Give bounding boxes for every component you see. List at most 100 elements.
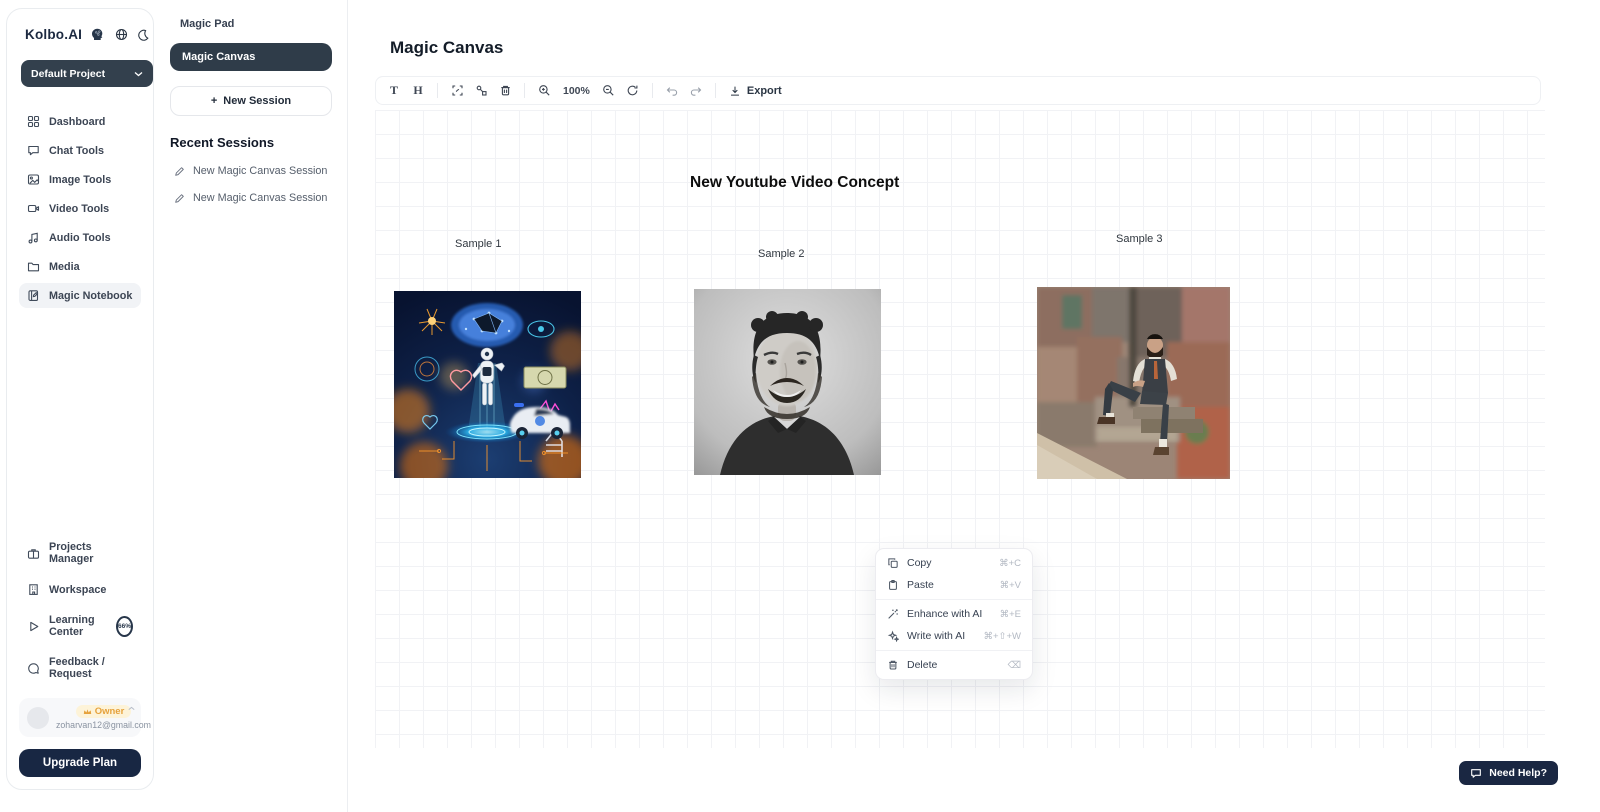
context-menu: Copy ⌘+C Paste ⌘+V Enhance with AI ⌘+E W… [875, 548, 1033, 680]
upgrade-plan-button[interactable]: Upgrade Plan [19, 749, 141, 777]
magic-canvas-item-active[interactable]: Magic Canvas [170, 43, 332, 71]
sidebar-item-label: Projects Manager [49, 541, 133, 565]
magic-pad-item[interactable]: Magic Pad [170, 14, 332, 34]
delete-tool-button[interactable] [493, 80, 517, 102]
zoom-level-value: 100% [563, 85, 590, 97]
chevron-down-icon [134, 71, 143, 77]
sidebar-item-chat-tools[interactable]: Chat Tools [19, 138, 141, 163]
canvas-text-sample-1[interactable]: Sample 1 [455, 238, 501, 250]
toolbar-divider [715, 83, 716, 98]
plus-icon: + [211, 95, 217, 107]
canvas-toolbar: T H 100% Export [375, 76, 1541, 105]
globe-icon[interactable] [115, 28, 128, 41]
play-icon [27, 620, 40, 633]
connector-icon [475, 84, 488, 97]
sidebar-item-label: Image Tools [49, 174, 111, 186]
sidebar-item-magic-notebook[interactable]: Magic Notebook [19, 283, 141, 308]
ai-head-logo-icon [90, 27, 105, 42]
chat-icon [27, 144, 40, 157]
scan-select-icon [451, 84, 464, 97]
sidebar-item-label: Workspace [49, 584, 106, 596]
canvas-image-sample-3[interactable] [1037, 287, 1230, 479]
context-menu-shortcut: ⌘+E [1000, 609, 1021, 620]
learning-progress-badge: 66% [116, 616, 133, 637]
context-menu-shortcut: ⌘+C [999, 558, 1021, 569]
sidebar-item-media[interactable]: Media [19, 254, 141, 279]
zoom-out-button[interactable] [597, 80, 621, 102]
export-label: Export [747, 85, 782, 97]
zoom-in-button[interactable] [532, 80, 556, 102]
trash-icon [499, 84, 512, 97]
sidebar-item-label: Feedback / Request [49, 656, 133, 680]
sidebar-item-label: Learning Center [49, 614, 107, 638]
sidebar-item-image-tools[interactable]: Image Tools [19, 167, 141, 192]
sidebar-nav: Dashboard Chat Tools Image Tools Video T… [19, 109, 141, 308]
owner-role-label: Owner [95, 706, 125, 717]
context-menu-item-copy[interactable]: Copy ⌘+C [876, 552, 1032, 574]
zoom-out-icon [602, 84, 615, 97]
reset-view-button[interactable] [621, 80, 645, 102]
context-menu-label: Enhance with AI [907, 608, 982, 620]
sidebar-item-audio-tools[interactable]: Audio Tools [19, 225, 141, 250]
recent-session-item[interactable]: New Magic Canvas Session [170, 165, 332, 177]
canvas-text-sample-3[interactable]: Sample 3 [1116, 233, 1162, 245]
building-icon [27, 583, 40, 596]
media-icon [27, 260, 40, 273]
heading-tool-button[interactable]: H [406, 80, 430, 102]
trash-icon [887, 659, 899, 671]
ai-select-tool-button[interactable] [445, 80, 469, 102]
context-menu-item-delete[interactable]: Delete ⌫ [876, 654, 1032, 676]
sidebar-item-label: Media [49, 261, 80, 273]
dark-mode-moon-icon[interactable] [137, 29, 149, 41]
notebook-icon [27, 289, 40, 302]
project-selector[interactable]: Default Project [21, 60, 153, 87]
canvas-text-sample-2[interactable]: Sample 2 [758, 248, 804, 260]
sidebar-item-projects-manager[interactable]: Projects Manager [19, 535, 141, 571]
connector-tool-button[interactable] [469, 80, 493, 102]
sidebar-item-dashboard[interactable]: Dashboard [19, 109, 141, 134]
recent-session-item[interactable]: New Magic Canvas Session [170, 192, 332, 204]
need-help-button[interactable]: Need Help? [1459, 761, 1558, 785]
pencil-icon [174, 193, 185, 204]
sidebar-item-label: Video Tools [49, 203, 109, 215]
recent-session-label: New Magic Canvas Session [193, 165, 327, 177]
left-sidebar: Kolbo.AI Default Project Dashboard Chat … [6, 8, 154, 790]
context-menu-shortcut: ⌫ [1008, 660, 1021, 671]
context-menu-item-write-with-ai[interactable]: Write with AI ⌘+⇧+W [876, 625, 1032, 647]
export-button[interactable]: Export [723, 85, 788, 97]
sidebar-item-feedback-request[interactable]: Feedback / Request [19, 650, 141, 686]
owner-role-badge: Owner [76, 705, 132, 718]
context-menu-divider [876, 650, 1032, 651]
collapse-chevron-icon [128, 706, 135, 711]
canvas-image-sample-1[interactable] [394, 291, 581, 478]
redo-button[interactable] [684, 80, 708, 102]
sidebar-item-workspace[interactable]: Workspace [19, 577, 141, 602]
context-menu-item-paste[interactable]: Paste ⌘+V [876, 574, 1032, 596]
new-session-label: New Session [223, 95, 291, 107]
copy-icon [887, 557, 899, 569]
redo-icon [689, 85, 703, 97]
dashboard-icon [27, 115, 40, 128]
context-menu-label: Delete [907, 659, 937, 671]
user-account-card[interactable]: Owner zoharvan12@gmail.com [19, 698, 141, 737]
briefcase-icon [27, 547, 40, 560]
sidebar-item-video-tools[interactable]: Video Tools [19, 196, 141, 221]
undo-button[interactable] [660, 80, 684, 102]
text-tool-button[interactable]: T [382, 80, 406, 102]
ai-collage-illustration [394, 291, 581, 478]
image-icon [27, 173, 40, 186]
canvas-text-heading[interactable]: New Youtube Video Concept [690, 174, 899, 192]
project-selector-label: Default Project [31, 68, 105, 80]
context-menu-label: Copy [907, 557, 932, 569]
sidebar-item-label: Dashboard [49, 116, 105, 128]
help-chat-icon [1470, 768, 1482, 779]
magic-canvas-grid[interactable]: New Youtube Video Concept Sample 1 Sampl… [375, 110, 1545, 748]
paste-icon [887, 579, 899, 591]
new-session-button[interactable]: + New Session [170, 86, 332, 116]
video-icon [27, 202, 40, 215]
portrait-illustration [694, 289, 881, 475]
download-icon [729, 85, 741, 97]
context-menu-item-enhance-with-ai[interactable]: Enhance with AI ⌘+E [876, 603, 1032, 625]
sidebar-item-learning-center[interactable]: Learning Center 66% [19, 608, 141, 644]
canvas-image-sample-2[interactable] [694, 289, 881, 475]
